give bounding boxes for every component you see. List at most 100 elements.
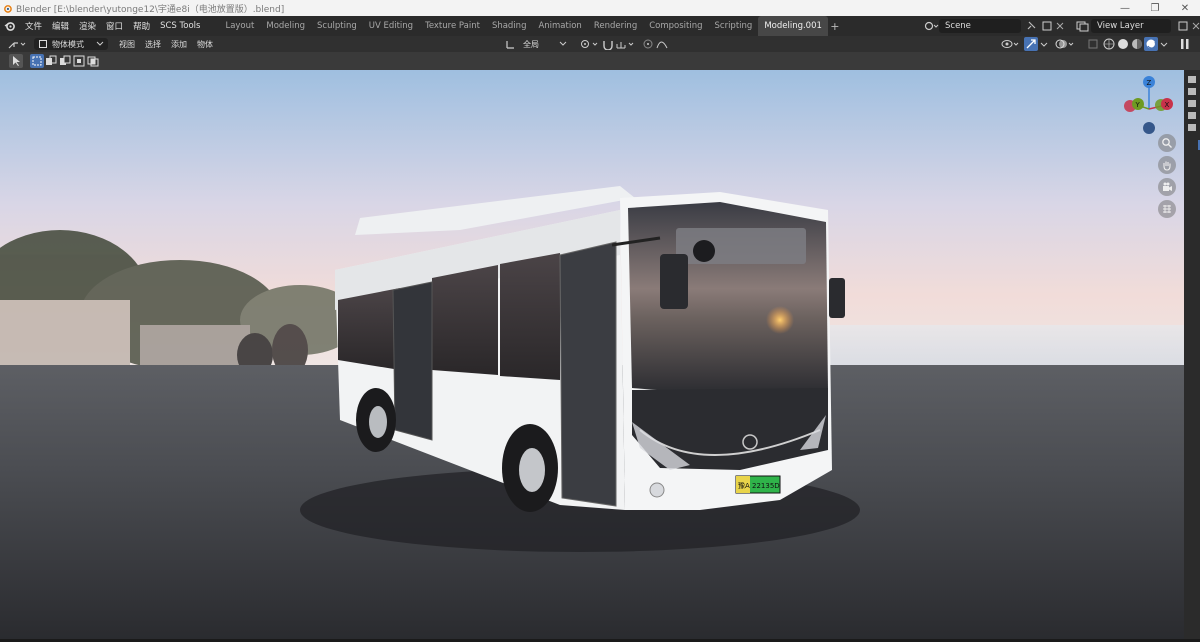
- delete-view-layer-icon[interactable]: [1191, 20, 1200, 32]
- select-box-extend-button[interactable]: [44, 54, 58, 68]
- blender-logo-icon: [4, 4, 12, 13]
- pivot-point-icon[interactable]: [579, 38, 601, 50]
- gizmo-z-label: Z: [1147, 79, 1152, 87]
- tool-settings-row: [0, 52, 1200, 70]
- delete-scene-icon[interactable]: [1055, 20, 1065, 32]
- extend-select-icon: [46, 55, 57, 65]
- menu-render[interactable]: 渲染: [74, 20, 101, 32]
- orientation-label: 全局: [523, 39, 539, 49]
- solid-shading-icon[interactable]: [1116, 37, 1130, 51]
- tab-shading[interactable]: Shading: [486, 16, 533, 36]
- view-layer-name: View Layer: [1097, 20, 1144, 31]
- view-layer-icon[interactable]: [1075, 20, 1091, 32]
- subtract-select-icon: [60, 55, 71, 65]
- transform-group: 全局: [505, 38, 669, 50]
- orientation-dropdown[interactable]: 全局: [519, 38, 571, 50]
- window-titlebar: Blender [E:\blender\yutonge12\宇通e8i（电池放置…: [0, 0, 1200, 16]
- menu-help[interactable]: 帮助: [128, 20, 155, 32]
- hand-icon: [1163, 161, 1171, 171]
- window-controls: — ❐ ✕: [1110, 0, 1200, 16]
- maximize-button[interactable]: ❐: [1140, 0, 1170, 16]
- workspace-tabs: Layout Modeling Sculpting UV Editing Tex…: [219, 16, 841, 36]
- cursor-arrow-icon: [13, 56, 20, 66]
- window-title: Blender [E:\blender\yutonge12\宇通e8i（电池放置…: [16, 4, 285, 15]
- tab-modeling-001[interactable]: Modeling.001: [758, 16, 828, 36]
- blender-menu-button[interactable]: [0, 16, 20, 36]
- material-shading-icon[interactable]: [1130, 37, 1144, 51]
- menu-window[interactable]: 窗口: [101, 20, 128, 32]
- pan-button[interactable]: [1158, 156, 1176, 174]
- editor-type-icon[interactable]: [6, 37, 28, 51]
- pin-icon[interactable]: [1025, 20, 1037, 32]
- menu-file[interactable]: 文件: [20, 20, 47, 32]
- scene-name-field[interactable]: Scene: [939, 18, 1021, 33]
- select-box-new-button[interactable]: [30, 54, 44, 68]
- tab-rendering[interactable]: Rendering: [588, 16, 643, 36]
- invert-select-icon: [73, 55, 85, 67]
- camera-view-button[interactable]: [1158, 178, 1176, 196]
- box-select-icon: [32, 56, 42, 66]
- menu-add[interactable]: 添加: [166, 39, 192, 50]
- viewport-header: 物体模式 视图 选择 添加 物体 全局: [0, 36, 1200, 52]
- perspective-toggle-button[interactable]: [1158, 200, 1176, 218]
- rendered-shading-icon: [1146, 39, 1157, 49]
- chevron-down-icon[interactable]: [1038, 37, 1050, 51]
- visibility-icon[interactable]: [1000, 37, 1022, 51]
- viewport-menus: 视图 选择 添加 物体: [114, 39, 218, 50]
- close-button[interactable]: ✕: [1170, 0, 1200, 16]
- gizmo-toggle-button[interactable]: [1024, 37, 1038, 51]
- wireframe-shading-icon[interactable]: [1102, 37, 1116, 51]
- blender-icon: [4, 22, 15, 31]
- scene-selector-group: Scene View Layer: [923, 18, 1200, 33]
- tab-texture-paint[interactable]: Texture Paint: [419, 16, 486, 36]
- side-tab-icons[interactable]: [1184, 70, 1200, 150]
- tab-animation[interactable]: Animation: [532, 16, 587, 36]
- tab-scripting[interactable]: Scripting: [709, 16, 759, 36]
- tab-modeling[interactable]: Modeling: [260, 16, 311, 36]
- add-workspace-button[interactable]: +: [828, 20, 842, 33]
- camera-icon: [1163, 182, 1172, 191]
- mode-label: 物体模式: [52, 39, 84, 49]
- main-menu: 文件 编辑 渲染 窗口 帮助 SCS Tools: [20, 20, 205, 32]
- minimize-button[interactable]: —: [1110, 0, 1140, 16]
- chevron-down-icon: [559, 41, 567, 46]
- new-scene-icon[interactable]: [1041, 20, 1055, 32]
- grid-icon: [1163, 205, 1171, 213]
- plate-right-text: 22135D: [752, 482, 780, 490]
- menu-view[interactable]: 视图: [114, 39, 140, 50]
- select-box-intersect-button[interactable]: [86, 54, 100, 68]
- select-tool-button[interactable]: [9, 54, 23, 68]
- scene-name: Scene: [945, 20, 971, 31]
- select-box-invert-button[interactable]: [72, 54, 86, 68]
- blender-topbar: 文件 编辑 渲染 窗口 帮助 SCS Tools Layout Modeling…: [0, 16, 1200, 36]
- select-box-subtract-button[interactable]: [58, 54, 72, 68]
- overlays-icon[interactable]: [1054, 37, 1076, 51]
- rendered-shading-button[interactable]: [1144, 37, 1158, 51]
- xray-toggle-icon[interactable]: [1086, 37, 1102, 51]
- menu-select[interactable]: 选择: [140, 39, 166, 50]
- scene-icon[interactable]: [923, 20, 939, 32]
- tab-uv-editing[interactable]: UV Editing: [363, 16, 419, 36]
- snap-target-icon[interactable]: [615, 38, 637, 50]
- zoom-button[interactable]: [1158, 134, 1176, 152]
- tab-layout[interactable]: Layout: [219, 16, 260, 36]
- mode-dropdown[interactable]: 物体模式: [34, 38, 108, 50]
- pause-render-icon[interactable]: [1176, 37, 1194, 51]
- tab-compositing[interactable]: Compositing: [643, 16, 708, 36]
- object-mode-icon: [39, 40, 47, 48]
- proportional-edit-icon[interactable]: [641, 38, 655, 50]
- new-view-layer-icon[interactable]: [1177, 20, 1191, 32]
- chevron-down-icon[interactable]: [1158, 37, 1170, 51]
- plate-left-text: 豫A: [738, 481, 750, 490]
- 3d-viewport[interactable]: 豫A 22135D Z Y X 选项: [0, 70, 1184, 639]
- view-layer-field[interactable]: View Layer: [1091, 18, 1171, 33]
- menu-edit[interactable]: 编辑: [47, 20, 74, 32]
- falloff-icon[interactable]: [655, 38, 669, 50]
- menu-object[interactable]: 物体: [192, 39, 218, 50]
- gizmo-y-label: Y: [1135, 101, 1141, 109]
- tab-sculpting[interactable]: Sculpting: [311, 16, 363, 36]
- menu-scs-tools[interactable]: SCS Tools: [155, 21, 205, 31]
- gizmo-neg-z-axis[interactable]: [1143, 122, 1155, 134]
- gizmo-x-label: X: [1165, 101, 1170, 109]
- snap-icon[interactable]: [601, 38, 615, 50]
